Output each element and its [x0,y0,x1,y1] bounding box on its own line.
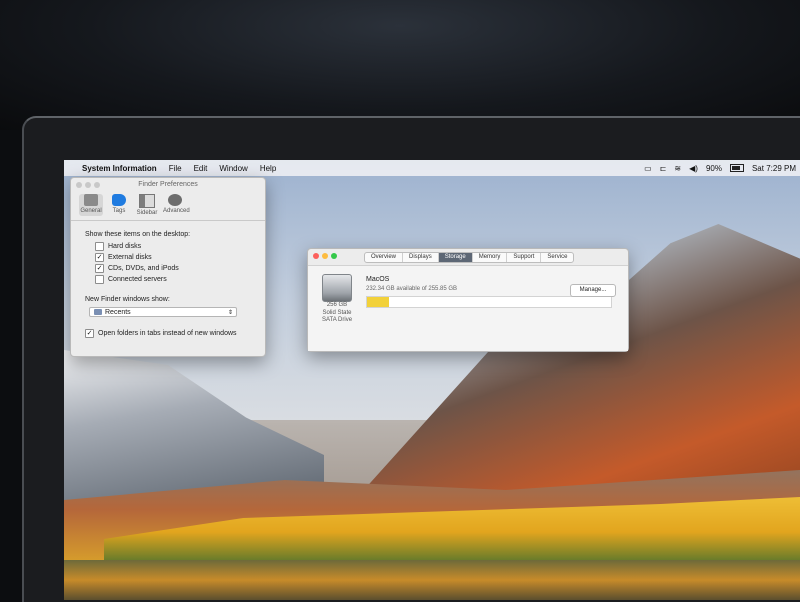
storage-used-segment [367,297,389,307]
menu-bar: System Information File Edit Window Help… [64,160,800,176]
menu-clock[interactable]: Sat 7:29 PM [752,164,796,173]
checkbox-row[interactable]: ✓ CDs, DVDs, and iPods [95,264,251,273]
new-window-select[interactable]: Recents ⇕ [89,307,237,317]
prefs-body: Show these items on the desktop: Hard di… [71,221,265,344]
checkbox-label: Hard disks [108,243,142,250]
new-window-heading: New Finder windows show: [85,296,170,303]
tab-service[interactable]: Service [541,253,573,262]
open-in-tabs-checkbox[interactable]: ✓ [85,329,94,338]
prefs-toolbar: General Tags Sidebar Advanced [71,192,265,221]
tab-support[interactable]: Support [507,253,542,262]
general-icon [84,194,98,206]
menu-window[interactable]: Window [219,164,247,173]
menu-file[interactable]: File [169,164,182,173]
connected-servers-checkbox[interactable] [95,275,104,284]
menu-edit[interactable]: Edit [194,164,208,173]
wallpaper-lake [64,560,800,600]
volume-available: 232.34 GB available of 255.85 GB [366,286,458,292]
checkbox-row[interactable]: ✓ Open folders in tabs instead of new wi… [85,329,251,338]
tab-label: Sidebar [136,210,158,216]
tab-memory[interactable]: Memory [473,253,508,262]
tab-label: General [80,208,102,214]
tag-icon [112,194,126,206]
storage-window: Overview Displays Storage Memory Support… [307,248,629,352]
tab-overview[interactable]: Overview [365,253,404,262]
segmented-tabs: Overview Displays Storage Memory Support… [364,252,575,263]
desktop: System Information File Edit Window Help… [64,160,800,600]
tab-tags[interactable]: Tags [107,194,131,216]
drive-caption: 256 GB Solid State SATA Drive [314,302,360,325]
battery-percent[interactable]: 90% [706,164,722,173]
volume-name: MacOS [366,276,390,283]
volume-icon[interactable]: ◀) [689,164,698,173]
close-button[interactable] [313,253,319,259]
tab-sidebar[interactable]: Sidebar [135,194,159,216]
checkbox-row[interactable]: Connected servers [95,275,251,284]
checkbox-label: Connected servers [108,276,167,283]
menu-app-name[interactable]: System Information [82,164,157,173]
status-area: ▭ ⊏ ≋ ◀) 90% Sat 7:29 PM [644,164,800,173]
tab-label: Advanced [163,208,190,214]
external-disks-checkbox[interactable]: ✓ [95,253,104,262]
window-title: Finder Preferences [138,181,198,188]
sidebar-icon [139,194,155,208]
checkbox-row[interactable]: ✓ External disks [95,253,251,262]
chevron-updown-icon: ⇕ [227,309,233,316]
tab-storage[interactable]: Storage [438,253,473,262]
window-titlebar[interactable]: Finder Preferences [71,178,265,192]
checkbox-label: CDs, DVDs, and iPods [108,265,179,272]
drive-type: Solid State [322,309,352,316]
desktop-items-heading: Show these items on the desktop: [85,231,191,238]
tab-general[interactable]: General [79,194,103,216]
manage-button[interactable]: Manage... [570,284,616,297]
storage-panel: 256 GB Solid State SATA Drive MacOS 232.… [308,265,628,351]
checkbox-label: Open folders in tabs instead of new wind… [98,330,237,337]
drive-icon [322,274,352,302]
checkbox-row[interactable]: Hard disks [95,242,251,251]
cds-dvds-checkbox[interactable]: ✓ [95,264,104,273]
folder-icon [94,309,102,315]
storage-usage-bar [366,296,612,308]
select-value: Recents [105,308,131,316]
checkbox-label: External disks [108,254,152,261]
background-room [0,0,800,130]
hard-disks-checkbox[interactable] [95,242,104,251]
tab-advanced[interactable]: Advanced [163,194,190,216]
minimize-button[interactable] [322,253,328,259]
airplay-icon[interactable]: ⊏ [660,164,667,173]
zoom-button[interactable] [331,253,337,259]
display-icon[interactable]: ▭ [644,164,652,173]
finder-preferences-window: Finder Preferences General Tags Sidebar … [70,177,266,357]
battery-icon[interactable] [729,164,744,172]
menu-help[interactable]: Help [260,164,276,173]
drive-interface: SATA Drive [321,317,353,323]
drive-capacity: 256 GB [326,302,348,308]
gear-icon [168,194,182,206]
tab-label: Tags [112,208,126,214]
wifi-icon[interactable]: ≋ [674,164,681,173]
tab-displays[interactable]: Displays [403,253,439,262]
